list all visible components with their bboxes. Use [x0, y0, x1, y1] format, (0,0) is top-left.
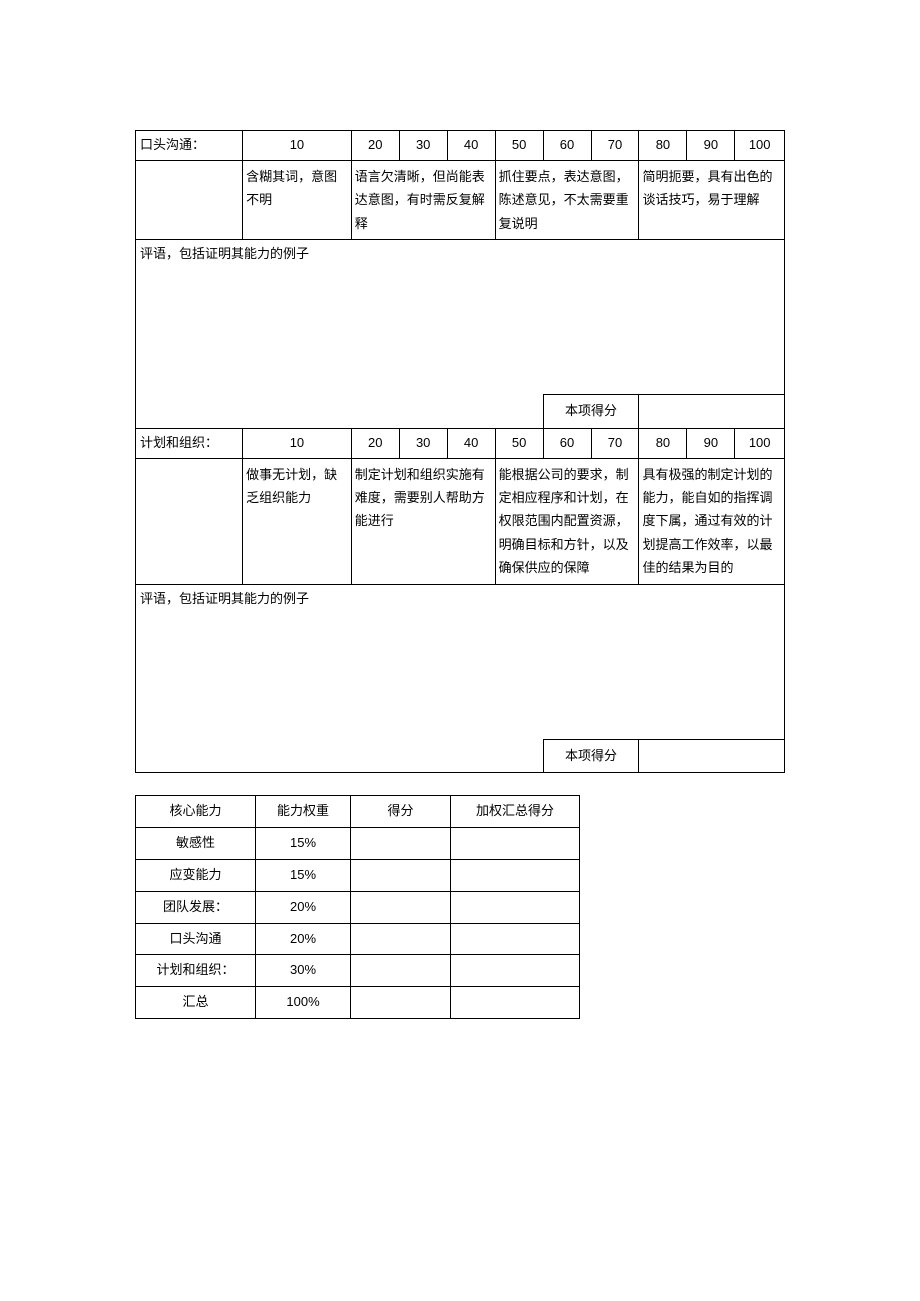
- score-header: 40: [447, 428, 495, 458]
- score-header: 50: [495, 428, 543, 458]
- summary-name: 应变能力: [136, 859, 256, 891]
- summary-table: 核心能力 能力权重 得分 加权汇总得分 敏感性 15% 应变能力 15% 团队发…: [135, 795, 580, 1019]
- summary-name: 计划和组织：: [136, 955, 256, 987]
- section-2-label: 计划和组织：: [136, 428, 243, 458]
- blank-cell: [136, 458, 243, 584]
- section-score-label: 本项得分: [543, 739, 639, 773]
- comment-bottom: [136, 739, 544, 773]
- table-row: 计划和组织： 30%: [136, 955, 580, 987]
- score-header: 90: [687, 428, 735, 458]
- score-header: 30: [399, 131, 447, 161]
- score-header: 90: [687, 131, 735, 161]
- summary-score[interactable]: [351, 891, 451, 923]
- summary-weight: 20%: [256, 923, 351, 955]
- summary-weight: 30%: [256, 955, 351, 987]
- score-header: 100: [735, 131, 785, 161]
- summary-weight: 15%: [256, 859, 351, 891]
- score-header: 30: [399, 428, 447, 458]
- desc-cell: 做事无计划，缺乏组织能力: [243, 458, 352, 584]
- desc-cell: 语言欠清晰，但尚能表达意图，有时需反复解释: [351, 160, 495, 239]
- summary-weighted[interactable]: [451, 987, 580, 1019]
- section-score-value[interactable]: [639, 739, 785, 773]
- score-header: 20: [351, 131, 399, 161]
- score-header: 100: [735, 428, 785, 458]
- section-score-label: 本项得分: [543, 394, 639, 428]
- table-row: 口头沟通 20%: [136, 923, 580, 955]
- summary-header: 得分: [351, 796, 451, 828]
- blank-cell: [136, 160, 243, 239]
- score-header: 10: [243, 131, 352, 161]
- comment-label: 评语，包括证明其能力的例子: [136, 584, 785, 739]
- table-row: 敏感性 15%: [136, 828, 580, 860]
- summary-name: 汇总: [136, 987, 256, 1019]
- summary-score[interactable]: [351, 828, 451, 860]
- summary-score[interactable]: [351, 859, 451, 891]
- summary-score[interactable]: [351, 923, 451, 955]
- score-header: 80: [639, 131, 687, 161]
- score-header: 70: [591, 428, 639, 458]
- section-1-table: 口头沟通： 10 20 30 40 50 60 70 80 90 100 含糊其…: [135, 130, 785, 429]
- table-row: 汇总 100%: [136, 987, 580, 1019]
- summary-weight: 15%: [256, 828, 351, 860]
- summary-header: 核心能力: [136, 796, 256, 828]
- score-header: 10: [243, 428, 352, 458]
- score-header: 70: [591, 131, 639, 161]
- score-header: 60: [543, 131, 591, 161]
- desc-cell: 抓住要点，表达意图，陈述意见，不太需要重复说明: [495, 160, 639, 239]
- table-row: 应变能力 15%: [136, 859, 580, 891]
- desc-cell: 含糊其词，意图不明: [243, 160, 352, 239]
- summary-score[interactable]: [351, 987, 451, 1019]
- comment-bottom: [136, 394, 544, 428]
- score-header: 40: [447, 131, 495, 161]
- summary-weight: 20%: [256, 891, 351, 923]
- desc-cell: 简明扼要，具有出色的谈话技巧，易于理解: [639, 160, 785, 239]
- table-row: 团队发展： 20%: [136, 891, 580, 923]
- desc-cell: 具有极强的制定计划的能力，能自如的指挥调度下属，通过有效的计划提高工作效率，以最…: [639, 458, 785, 584]
- summary-weighted[interactable]: [451, 891, 580, 923]
- score-header: 80: [639, 428, 687, 458]
- summary-header: 能力权重: [256, 796, 351, 828]
- score-header: 60: [543, 428, 591, 458]
- summary-weighted[interactable]: [451, 828, 580, 860]
- summary-weight: 100%: [256, 987, 351, 1019]
- comment-label: 评语，包括证明其能力的例子: [136, 239, 785, 394]
- summary-weighted[interactable]: [451, 923, 580, 955]
- summary-header: 加权汇总得分: [451, 796, 580, 828]
- summary-weighted[interactable]: [451, 859, 580, 891]
- summary-weighted[interactable]: [451, 955, 580, 987]
- summary-name: 口头沟通: [136, 923, 256, 955]
- section-1-label: 口头沟通：: [136, 131, 243, 161]
- summary-name: 敏感性: [136, 828, 256, 860]
- summary-name: 团队发展：: [136, 891, 256, 923]
- desc-cell: 制定计划和组织实施有难度，需要别人帮助方能进行: [351, 458, 495, 584]
- summary-score[interactable]: [351, 955, 451, 987]
- desc-cell: 能根据公司的要求，制定相应程序和计划，在权限范围内配置资源，明确目标和方针，以及…: [495, 458, 639, 584]
- score-header: 50: [495, 131, 543, 161]
- section-2-table: 计划和组织： 10 20 30 40 50 60 70 80 90 100 做事…: [135, 428, 785, 774]
- score-header: 20: [351, 428, 399, 458]
- section-score-value[interactable]: [639, 394, 785, 428]
